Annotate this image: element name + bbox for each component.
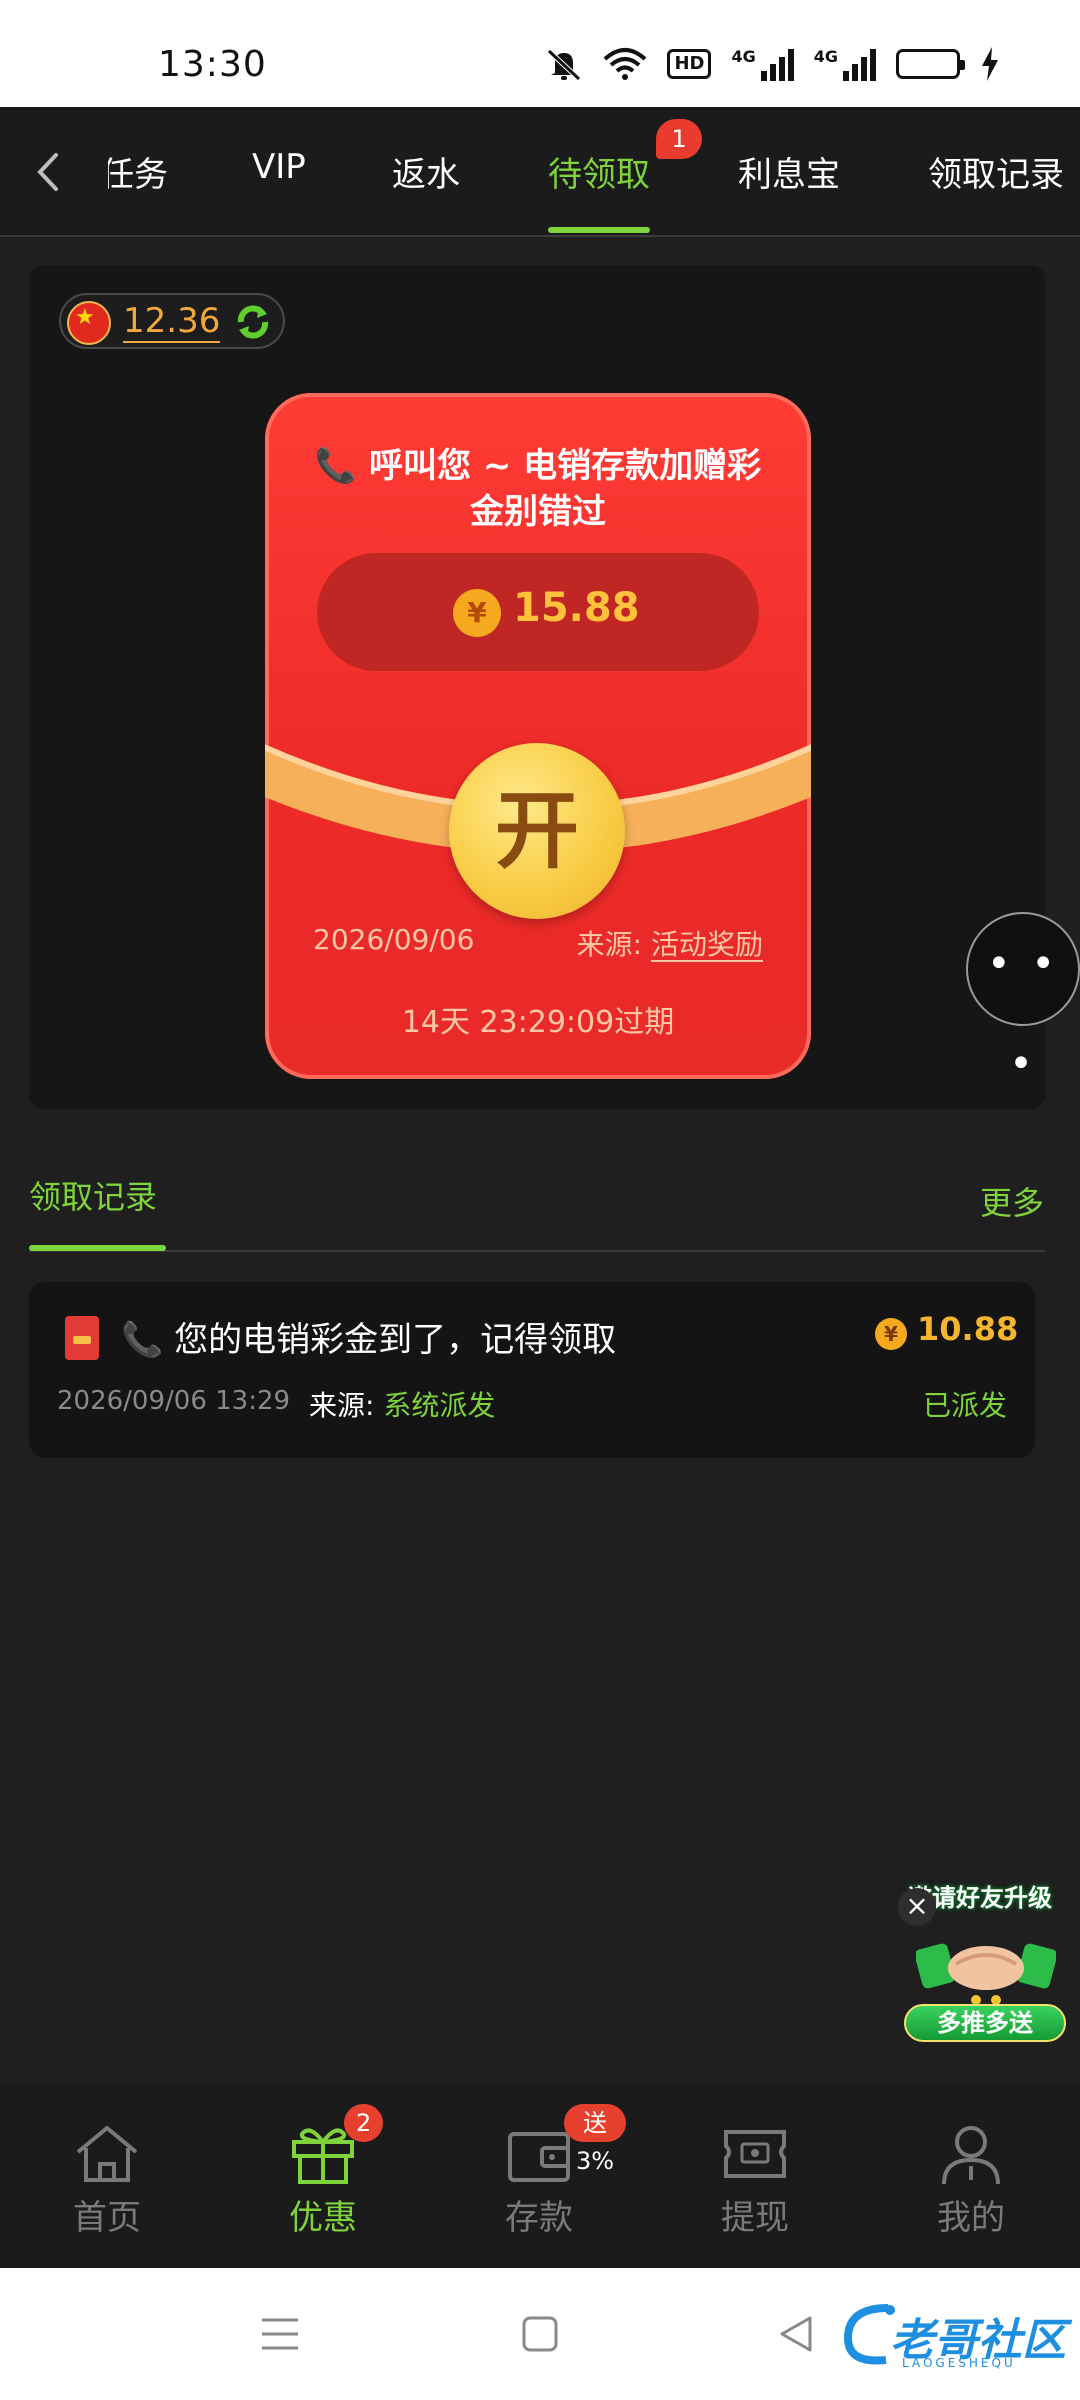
- yuan-coin-icon: ¥: [453, 589, 501, 637]
- records-divider: [29, 1250, 1045, 1252]
- invite-promo-widget[interactable]: 邀请好友升级 × 多推多送: [898, 1876, 1070, 2048]
- deposit-bonus-badge: 送3%: [564, 2104, 627, 2175]
- open-envelope-button[interactable]: 开: [449, 743, 625, 919]
- tab-vip[interactable]: VIP: [252, 147, 306, 187]
- pending-rewards-card: 12.36 📞 呼叫您 ~ 电销存款加赠彩金别错过 ¥ 15.88 开 2026…: [29, 265, 1045, 1109]
- charging-icon: [980, 46, 1000, 82]
- pending-badge: 1: [656, 119, 702, 159]
- user-icon: [942, 2126, 1000, 2185]
- envelope-date: 2026/09/06: [313, 923, 475, 956]
- status-bar: 13:30 HD 4G 4G: [0, 0, 1080, 107]
- tab-interest[interactable]: 利息宝: [738, 147, 840, 196]
- envelope-amount: 15.88: [513, 585, 640, 631]
- balance-value: 12.36: [123, 301, 221, 343]
- status-time: 13:30: [158, 44, 267, 85]
- tab-task[interactable]: 任务: [108, 147, 168, 196]
- records-header-underline: [29, 1245, 166, 1251]
- wallet-icon: [508, 2132, 570, 2182]
- refresh-icon[interactable]: [233, 302, 273, 342]
- envelope-source-link[interactable]: 活动奖励: [651, 928, 763, 961]
- mute-icon: [545, 46, 583, 82]
- hd-icon: HD: [667, 49, 712, 79]
- menu-icon[interactable]: [260, 2314, 300, 2358]
- promotions-badge: 2: [344, 2104, 384, 2142]
- system-nav-bar: 老哥社区 LAOGESHEQU: [0, 2268, 1080, 2400]
- nav-promotions[interactable]: 优惠 2: [258, 2104, 388, 2239]
- tab-pending[interactable]: 待领取: [548, 147, 650, 196]
- back-triangle-icon[interactable]: [776, 2314, 816, 2358]
- record-source: 来源: 系统派发: [309, 1389, 496, 1422]
- balance-pill[interactable]: 12.36: [59, 293, 285, 349]
- envelope-expire-countdown: 14天 23:29:09过期: [401, 1005, 675, 1040]
- nav-withdraw[interactable]: 提现: [690, 2122, 820, 2239]
- nav-home[interactable]: 首页: [42, 2122, 172, 2239]
- records-header[interactable]: 领取记录: [29, 1172, 157, 1218]
- envelope-title: 📞 呼叫您 ~ 电销存款加赠彩金别错过: [314, 446, 762, 532]
- tab-claim-history[interactable]: 领取记录: [928, 147, 1064, 196]
- active-tab-indicator: [548, 227, 650, 233]
- wifi-icon: [603, 46, 647, 82]
- nav-profile[interactable]: 我的: [906, 2122, 1036, 2239]
- home-square-icon[interactable]: [520, 2314, 560, 2358]
- records-more-link[interactable]: 更多: [980, 1178, 1044, 1224]
- nav-deposit[interactable]: 存款 送3%: [474, 2104, 627, 2239]
- record-title: 📞 您的电销彩金到了，记得领取: [121, 1320, 617, 1360]
- record-item[interactable]: 📞 您的电销彩金到了，记得领取 ¥ 10.88 2026/09/06 13:29…: [29, 1282, 1035, 1458]
- tab-rebate[interactable]: 返水: [392, 147, 460, 196]
- handshake-icon: [916, 1943, 1056, 2005]
- china-flag-icon: [67, 301, 111, 345]
- cash-icon: [724, 2130, 786, 2178]
- signal-4g-icon: 4G: [814, 47, 876, 81]
- yuan-coin-icon: ¥: [875, 1318, 907, 1350]
- back-arrow-icon[interactable]: [26, 147, 70, 197]
- envelope-amount-pill: ¥ 15.88: [317, 553, 759, 671]
- battery-icon: [896, 49, 965, 79]
- promo-button[interactable]: 多推多送: [904, 2004, 1066, 2042]
- red-envelope[interactable]: 📞 呼叫您 ~ 电销存款加赠彩金别错过 ¥ 15.88 开 2026/09/06…: [265, 393, 811, 1079]
- signal-4g-icon: 4G: [731, 47, 794, 81]
- top-tab-bar: 任务 VIP 返水 待领取 1 利息宝 领取记录: [0, 107, 1080, 237]
- record-time: 2026/09/06 13:29: [57, 1386, 291, 1416]
- record-status: 已派发: [922, 1389, 1007, 1422]
- envelope-source: 来源: 活动奖励: [576, 928, 763, 961]
- more-options-button[interactable]: • • •: [966, 912, 1080, 1087]
- bottom-nav: 首页 优惠 2 存款 送3% 提现 我的: [0, 2082, 1080, 2268]
- record-amount: 10.88: [917, 1310, 1019, 1348]
- watermark-logo: 老哥社区 LAOGESHEQU: [840, 2298, 1070, 2378]
- home-icon: [76, 2126, 138, 2182]
- red-envelope-icon: [65, 1316, 99, 1360]
- status-icons: HD 4G 4G: [545, 46, 1000, 82]
